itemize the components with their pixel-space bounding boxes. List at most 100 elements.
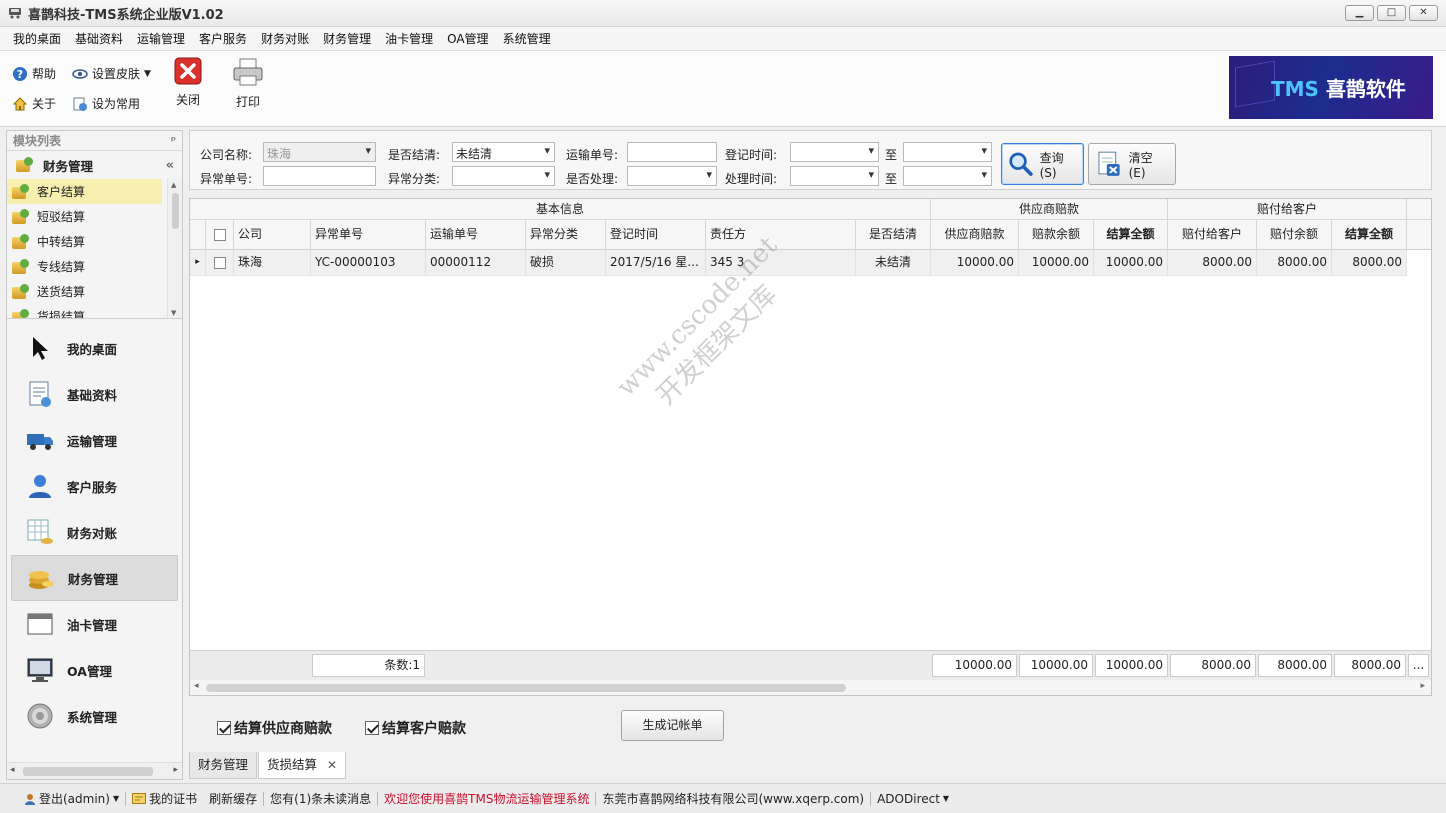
scroll-thumb[interactable] (206, 684, 846, 692)
cell-comp-balance[interactable]: 10000.00 (1019, 250, 1094, 276)
menu-fuel-card[interactable]: 油卡管理 (378, 30, 440, 47)
sub-item-customer-settlement[interactable]: 客户结算 (7, 179, 162, 204)
exception-no-input[interactable] (263, 166, 376, 186)
cell-settled[interactable]: 未结清 (856, 250, 931, 276)
sub-item-short-haul-settlement[interactable]: 短驳结算 (7, 204, 162, 229)
menu-system[interactable]: 系统管理 (496, 30, 558, 47)
minimize-button[interactable]: ▁ (1345, 5, 1374, 21)
nav-oa[interactable]: OA管理 (11, 647, 178, 693)
menu-customer-service[interactable]: 客户服务 (192, 30, 254, 47)
set-common-button[interactable]: 设为常用 (72, 95, 140, 112)
processed-select[interactable] (627, 166, 717, 186)
col-exception-type[interactable]: 异常分类 (526, 220, 606, 250)
col-pay-customer[interactable]: 赔付给客户 (1168, 220, 1257, 250)
col-pay-balance[interactable]: 赔付余额 (1257, 220, 1332, 250)
menu-basic-data[interactable]: 基础资料 (68, 30, 130, 47)
skin-dropdown[interactable]: 设置皮肤 ▼ (72, 65, 151, 82)
scroll-down-icon[interactable]: ▼ (171, 309, 176, 317)
maximize-button[interactable]: □ (1377, 5, 1406, 21)
nav-my-desktop[interactable]: 我的桌面 (11, 325, 178, 371)
panel-horizontal-scrollbar[interactable]: ◂ ▸ (7, 762, 182, 779)
close-toolbar-button[interactable]: 关闭 (166, 57, 210, 108)
tab-finance-management[interactable]: 财务管理 (189, 752, 258, 779)
help-button[interactable]: ? 帮助 (12, 65, 56, 82)
col-settle-all-2[interactable]: 结算全额 (1332, 220, 1407, 250)
col-company[interactable]: 公司 (234, 220, 311, 250)
nav-fuel-card[interactable]: 油卡管理 (11, 601, 178, 647)
transport-no-input[interactable] (627, 142, 717, 162)
menu-oa[interactable]: OA管理 (440, 30, 495, 47)
nav-basic-data[interactable]: 基础资料 (11, 371, 178, 417)
exception-type-select[interactable] (452, 166, 555, 186)
col-comp-balance[interactable]: 赔款余额 (1019, 220, 1094, 250)
col-transport-no[interactable]: 运输单号 (426, 220, 526, 250)
settle-supplier-checkbox[interactable] (217, 721, 231, 735)
settle-supplier-option[interactable]: 结算供应商赔款 (217, 718, 332, 738)
nav-system[interactable]: 系统管理 (11, 693, 178, 739)
nav-finance-management[interactable]: 财务管理 (11, 555, 178, 601)
process-time-from[interactable] (790, 166, 879, 186)
scroll-thumb[interactable] (23, 767, 153, 776)
cell-exception-type[interactable]: 破损 (526, 250, 606, 276)
cell-supplier-comp[interactable]: 10000.00 (931, 250, 1019, 276)
sub-item-delivery-settlement[interactable]: 送货结算 (7, 279, 162, 304)
summary-more-button[interactable]: ... (1408, 654, 1429, 677)
nav-customer-service[interactable]: 客户服务 (11, 463, 178, 509)
menu-transport[interactable]: 运输管理 (130, 30, 192, 47)
group-finance-management[interactable]: 财务管理 « (7, 151, 182, 179)
collapse-icon[interactable]: « (166, 158, 174, 173)
scroll-right-icon[interactable]: ▸ (173, 765, 178, 775)
cell-company[interactable]: 珠海 (234, 250, 311, 276)
select-all-header[interactable] (206, 220, 234, 250)
certificate-button[interactable]: 我的证书 (126, 790, 203, 807)
generate-voucher-button[interactable]: 生成记帐单 (621, 710, 724, 741)
sub-item-dedicated-line-settlement[interactable]: 专线结算 (7, 254, 162, 279)
menu-finance[interactable]: 财务管理 (316, 30, 378, 47)
pin-icon[interactable]: ᵖ (171, 134, 176, 147)
close-window-button[interactable]: ✕ (1409, 5, 1438, 21)
connection-mode-dropdown[interactable]: ADODirect ▼ (871, 792, 955, 806)
cell-settle-all-1[interactable]: 10000.00 (1094, 250, 1168, 276)
cell-responsible[interactable]: 345 3 (706, 250, 856, 276)
scroll-up-icon[interactable]: ▲ (171, 181, 176, 189)
col-settled[interactable]: 是否结清 (856, 220, 931, 250)
nav-transport[interactable]: 运输管理 (11, 417, 178, 463)
cell-pay-customer[interactable]: 8000.00 (1168, 250, 1257, 276)
register-time-from[interactable] (790, 142, 879, 162)
settled-select[interactable]: 未结清 (452, 142, 555, 162)
sub-item-damage-settlement[interactable]: 货损结算 (7, 304, 162, 318)
select-all-checkbox[interactable] (213, 228, 226, 241)
register-time-to[interactable] (903, 142, 992, 162)
cell-exception-no[interactable]: YC-00000103 (311, 250, 426, 276)
menu-reconciliation[interactable]: 财务对账 (254, 30, 316, 47)
scroll-left-icon[interactable]: ◂ (194, 681, 199, 691)
print-button[interactable]: 打印 (226, 57, 270, 110)
process-time-to[interactable] (903, 166, 992, 186)
query-button[interactable]: 查询(S) (1001, 143, 1084, 185)
col-register-time[interactable]: 登记时间 (606, 220, 706, 250)
about-button[interactable]: 关于 (12, 95, 56, 112)
nav-reconciliation[interactable]: 财务对账 (11, 509, 178, 555)
refresh-cache-button[interactable]: 刷新缓存 (203, 790, 263, 807)
scroll-right-icon[interactable]: ▸ (1420, 681, 1425, 691)
scroll-left-icon[interactable]: ◂ (10, 765, 15, 775)
sub-list-scrollbar[interactable]: ▲ ▼ (167, 179, 182, 318)
row-checkbox[interactable] (213, 256, 226, 269)
scroll-thumb[interactable] (172, 193, 179, 229)
company-select[interactable]: 珠海 (263, 142, 376, 162)
menu-my-desktop[interactable]: 我的桌面 (6, 30, 68, 47)
tab-damage-settlement[interactable]: 货损结算 ✕ (258, 752, 347, 779)
grid-horizontal-scrollbar[interactable]: ◂ ▸ (190, 680, 1431, 695)
col-supplier-comp[interactable]: 供应商赔款 (931, 220, 1019, 250)
clear-button[interactable]: 清空(E) (1088, 143, 1176, 185)
logout-button[interactable]: 登出(admin) ▼ (18, 790, 125, 807)
cell-pay-balance[interactable]: 8000.00 (1257, 250, 1332, 276)
unread-messages[interactable]: 您有(1)条未读消息 (264, 790, 377, 807)
settle-customer-checkbox[interactable] (365, 721, 379, 735)
row-select[interactable] (206, 250, 234, 276)
close-tab-icon[interactable]: ✕ (327, 752, 337, 778)
col-responsible[interactable]: 责任方 (706, 220, 856, 250)
cell-register-time[interactable]: 2017/5/16 星... (606, 250, 706, 276)
col-exception-no[interactable]: 异常单号 (311, 220, 426, 250)
col-settle-all-1[interactable]: 结算全额 (1094, 220, 1168, 250)
